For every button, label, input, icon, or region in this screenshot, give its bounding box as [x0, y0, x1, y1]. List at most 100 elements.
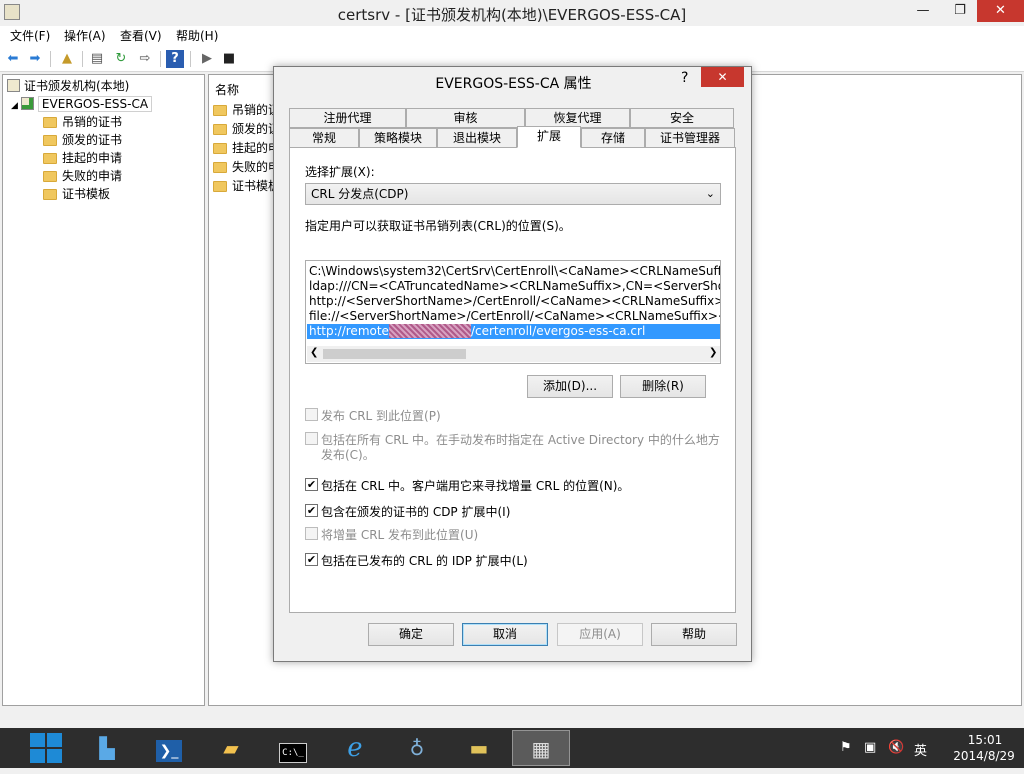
dialog-help-button[interactable]: ? — [681, 70, 688, 86]
ok-button[interactable]: 确定 — [368, 623, 454, 646]
menu-help[interactable]: 帮助(H) — [172, 27, 222, 45]
tree-item-revoked[interactable]: 吊销的证书 — [43, 113, 122, 131]
certificate-tool-icon[interactable]: ▬ — [450, 730, 508, 766]
extension-select[interactable]: CRL 分发点(CDP) ⌄ — [305, 183, 721, 205]
publish-delta-crl-checkbox[interactable] — [305, 527, 318, 540]
folder-icon — [43, 189, 57, 200]
tab-policy-module[interactable]: 策略模块 — [359, 128, 437, 148]
tab-security[interactable]: 安全 — [630, 108, 734, 128]
list-item[interactable]: 吊销的证 — [213, 101, 280, 120]
powershell-icon[interactable]: ❯_ — [140, 730, 198, 766]
list-item[interactable]: http://<ServerShortName>/CertEnroll/<CaN… — [309, 294, 720, 309]
close-button[interactable]: ✕ — [977, 0, 1024, 22]
play-icon[interactable]: ▶ — [198, 50, 216, 68]
back-arrow-icon[interactable]: ⬅ — [4, 50, 22, 68]
start-icon[interactable] — [17, 730, 75, 766]
scrollbar-thumb[interactable] — [323, 349, 466, 359]
tree-ca-node[interactable]: ◢ EVERGOS-ESS-CA — [11, 95, 153, 113]
tree-item-failed[interactable]: 失败的申请 — [43, 167, 122, 185]
tree-ca-label: EVERGOS-ESS-CA — [37, 96, 153, 112]
ime-indicator[interactable]: 英 — [914, 740, 927, 759]
menu-view[interactable]: 查看(V) — [116, 27, 166, 45]
list-item[interactable]: 颁发的证 — [213, 120, 280, 139]
horizontal-scrollbar[interactable]: ❮ ❯ — [307, 346, 720, 362]
scroll-right-icon[interactable]: ❯ — [709, 347, 717, 358]
include-in-cdp-checkbox[interactable]: ✔ — [305, 504, 318, 517]
tab-exit-module[interactable]: 退出模块 — [437, 128, 517, 148]
crl-location-list[interactable]: C:\Windows\system32\CertSrv\CertEnroll\<… — [305, 260, 721, 364]
list-item[interactable]: 挂起的申 — [213, 139, 280, 158]
column-header-name[interactable]: 名称 — [215, 81, 239, 98]
folder-icon — [43, 153, 57, 164]
include-in-idp-checkbox[interactable]: ✔ — [305, 553, 318, 566]
tree-item-label: 挂起的申请 — [62, 151, 123, 165]
clock-time[interactable]: 15:01 — [950, 733, 1020, 747]
file-explorer-icon[interactable]: ▰ — [202, 730, 260, 766]
menu-file[interactable]: 文件(F) — [6, 27, 54, 45]
tree-item-pending[interactable]: 挂起的申请 — [43, 149, 122, 167]
list-item[interactable]: 证书模板 — [213, 177, 280, 196]
tab-auditing[interactable]: 审核 — [406, 108, 525, 128]
volume-muted-icon[interactable]: 🔇 — [888, 740, 904, 755]
tree-item-issued[interactable]: 颁发的证书 — [43, 131, 122, 149]
tab-recovery-agents[interactable]: 恢复代理 — [525, 108, 630, 128]
include-all-crls-checkbox[interactable] — [305, 432, 318, 445]
tree-root[interactable]: 证书颁发机构(本地) — [7, 77, 129, 95]
status-bar — [0, 706, 1024, 728]
minimize-button[interactable]: — — [908, 0, 938, 22]
refresh-icon[interactable]: ↻ — [112, 50, 130, 68]
apply-button[interactable]: 应用(A) — [557, 623, 643, 646]
clock-date[interactable]: 2014/8/29 — [944, 749, 1024, 763]
dialog-close-button[interactable]: ✕ — [701, 67, 744, 87]
menu-action[interactable]: 操作(A) — [60, 27, 110, 45]
restore-button[interactable]: ❐ — [945, 0, 975, 22]
selected-url-prefix: http://remote — [309, 324, 389, 338]
tree-pane: 证书颁发机构(本地) ◢ EVERGOS-ESS-CA 吊销的证书 颁发的证书 挂… — [2, 74, 205, 706]
up-folder-icon[interactable]: ▲ — [58, 50, 76, 68]
help-button[interactable]: 帮助 — [651, 623, 737, 646]
export-list-icon[interactable]: ⇨ — [136, 50, 154, 68]
folder-icon — [213, 105, 227, 116]
locations-label: 指定用户可以获取证书吊销列表(CRL)的位置(S)。 — [305, 219, 571, 233]
tab-certificate-managers[interactable]: 证书管理器 — [645, 128, 735, 148]
stop-icon[interactable]: ■ — [220, 50, 238, 68]
include-all-crls-label-line2: 发布(C)。 — [321, 448, 375, 462]
cancel-button[interactable]: 取消 — [462, 623, 548, 646]
internet-explorer-icon[interactable]: ℯ — [326, 730, 384, 766]
certsrv-icon[interactable]: ▦ — [512, 730, 570, 766]
scroll-left-icon[interactable]: ❮ — [310, 347, 318, 358]
tab-enrollment-agents[interactable]: 注册代理 — [289, 108, 406, 128]
toolbar-separator — [160, 51, 161, 67]
publish-delta-crl-label: 将增量 CRL 发布到此位置(U) — [321, 528, 479, 542]
remove-button[interactable]: 删除(R) — [620, 375, 706, 398]
add-button[interactable]: 添加(D)... — [527, 375, 613, 398]
list-item[interactable]: file://<ServerShortName>/CertEnroll/<CaN… — [309, 309, 720, 324]
title-bar: certsrv - [证书颁发机构(本地)\EVERGOS-ESS-CA] — … — [0, 0, 1024, 26]
help-icon[interactable]: ? — [166, 50, 184, 68]
list-item[interactable]: ldap:///CN=<CATruncatedName><CRLNameSuff… — [309, 279, 720, 294]
ca-server-icon — [20, 97, 34, 110]
list-item-selected[interactable]: http://remote/certenroll/evergos-ess-ca.… — [307, 324, 720, 339]
forward-arrow-icon[interactable]: ➡ — [26, 50, 44, 68]
cmd-icon[interactable]: C:\_ — [264, 730, 322, 766]
publish-crl-label: 发布 CRL 到此位置(P) — [321, 409, 441, 423]
flag-icon[interactable]: ⚑ — [840, 740, 852, 755]
list-item[interactable]: C:\Windows\system32\CertSrv\CertEnroll\<… — [309, 264, 720, 279]
expand-arrow-icon[interactable]: ◢ — [11, 101, 18, 111]
tab-storage[interactable]: 存储 — [581, 128, 645, 148]
properties-icon[interactable]: ▤ — [88, 50, 106, 68]
tree-item-templates[interactable]: 证书模板 — [43, 185, 110, 203]
folder-icon — [43, 135, 57, 146]
network-icon[interactable]: ♁ — [388, 730, 446, 766]
taskbar: ▙ ❯_ ▰ C:\_ ℯ ♁ ▬ ▦ ⚑ ▣ 🔇 英 15:01 2014/8… — [0, 728, 1024, 768]
publish-crl-checkbox[interactable] — [305, 408, 318, 421]
folder-icon — [213, 162, 227, 173]
network-status-icon[interactable]: ▣ — [864, 740, 876, 755]
server-manager-icon[interactable]: ▙ — [78, 730, 136, 766]
menu-bar: 文件(F) 操作(A) 查看(V) 帮助(H) — [0, 26, 1024, 46]
include-in-crl-checkbox[interactable]: ✔ — [305, 478, 318, 491]
toolbar-separator — [50, 51, 51, 67]
tab-extensions[interactable]: 扩展 — [517, 126, 581, 148]
list-item[interactable]: 失败的申 — [213, 158, 280, 177]
tab-general[interactable]: 常规 — [289, 128, 359, 148]
